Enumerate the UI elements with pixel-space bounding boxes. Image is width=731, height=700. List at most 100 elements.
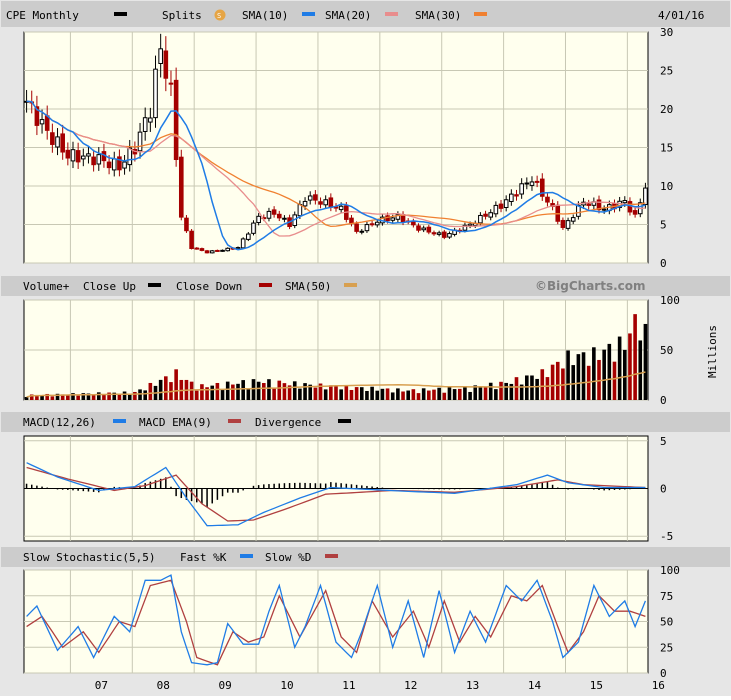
splits-icon-glyph: S bbox=[217, 12, 221, 20]
candle-body bbox=[106, 161, 112, 169]
candle-body bbox=[96, 154, 102, 165]
volume-bar bbox=[344, 385, 349, 400]
candle-body bbox=[142, 117, 148, 132]
candle-body bbox=[622, 200, 628, 204]
candle-body bbox=[426, 226, 432, 233]
candle-body bbox=[467, 223, 473, 227]
volume-bar bbox=[633, 314, 637, 400]
volume-bar bbox=[164, 376, 168, 400]
volume-bar bbox=[499, 381, 503, 400]
volume-bar bbox=[607, 343, 612, 400]
candle-body bbox=[374, 221, 380, 226]
volume-bar bbox=[390, 392, 395, 400]
volume-bar bbox=[406, 390, 411, 400]
candle-body bbox=[328, 197, 334, 208]
candle-body bbox=[199, 248, 205, 251]
volume-bar bbox=[231, 384, 235, 400]
candle-body bbox=[91, 156, 96, 166]
stoch-tick-label: 100 bbox=[660, 564, 680, 577]
candle-body bbox=[70, 149, 76, 162]
volume-bar bbox=[545, 377, 550, 400]
close-up-swatch bbox=[148, 283, 161, 287]
close-legend-swatch bbox=[114, 12, 127, 16]
candle-body bbox=[545, 196, 550, 203]
volume-bar bbox=[225, 381, 230, 400]
candle-body bbox=[184, 217, 189, 232]
candle-body bbox=[220, 249, 225, 252]
macd-ema-label: MACD EMA(9) bbox=[139, 416, 212, 429]
volume-bar bbox=[401, 391, 405, 400]
candle-body bbox=[111, 158, 117, 171]
sma30-label: SMA(30) bbox=[415, 9, 461, 22]
volume-tick-label: 50 bbox=[660, 344, 673, 357]
volume-bar bbox=[592, 347, 596, 400]
volume-bar bbox=[535, 378, 539, 400]
volume-bar bbox=[437, 387, 441, 400]
brand-label: ©BigCharts.com bbox=[535, 279, 646, 293]
volume-bar bbox=[277, 380, 282, 400]
volume-bar bbox=[396, 388, 400, 400]
volume-bar bbox=[514, 377, 519, 400]
candle-body bbox=[297, 204, 303, 217]
candle-body bbox=[122, 161, 127, 169]
stoch-tick-label: 75 bbox=[660, 590, 673, 603]
candle-body bbox=[524, 182, 530, 185]
candle-body bbox=[251, 222, 256, 234]
volume-bar bbox=[416, 393, 421, 400]
macd-swatch bbox=[113, 419, 126, 423]
candle-body bbox=[148, 117, 153, 123]
splits-label: Splits bbox=[162, 9, 202, 22]
volume-bar bbox=[370, 386, 374, 400]
close-down-swatch bbox=[259, 283, 272, 287]
candle-body bbox=[86, 153, 91, 157]
volume-bar bbox=[643, 323, 648, 400]
macd-tick-label: 0 bbox=[660, 483, 667, 496]
macd-tick-label: -5 bbox=[660, 530, 673, 543]
candle-body bbox=[189, 230, 194, 250]
candle-body bbox=[246, 233, 251, 240]
volume-bar bbox=[468, 391, 472, 400]
x-tick-label: 07 bbox=[95, 679, 108, 692]
stoch-tick-label: 0 bbox=[660, 667, 667, 680]
x-tick-label: 12 bbox=[404, 679, 417, 692]
macd-tick-label: 5 bbox=[660, 435, 667, 448]
candle-body bbox=[632, 210, 638, 215]
volume-bar bbox=[256, 381, 261, 400]
divergence-swatch bbox=[338, 419, 351, 423]
volume-bar bbox=[427, 390, 431, 400]
candle-body bbox=[436, 232, 442, 235]
sma10-label: SMA(10) bbox=[242, 9, 288, 22]
volume-bar bbox=[483, 386, 488, 400]
candle-body bbox=[153, 68, 158, 119]
candle-body bbox=[225, 247, 231, 252]
divergence-label: Divergence bbox=[255, 416, 321, 429]
candle-body bbox=[65, 149, 71, 159]
price-tick-label: 5 bbox=[660, 219, 667, 232]
candle-body bbox=[266, 210, 272, 219]
candle-body bbox=[447, 233, 452, 238]
candle-body bbox=[519, 183, 524, 195]
volume-tick-label: 0 bbox=[660, 394, 667, 407]
candle-body bbox=[271, 209, 277, 215]
volume-bar bbox=[133, 391, 137, 400]
candle-body bbox=[75, 150, 81, 163]
volume-bar bbox=[530, 375, 534, 400]
volume-bar bbox=[313, 387, 318, 400]
volume-bar bbox=[380, 388, 385, 400]
volume-bar bbox=[571, 365, 576, 400]
volume-bar bbox=[354, 387, 359, 400]
candle-body bbox=[81, 155, 86, 160]
volume-bar bbox=[200, 384, 204, 400]
volume-bar bbox=[638, 340, 643, 400]
price-tick-label: 30 bbox=[660, 26, 673, 39]
candle-body bbox=[137, 131, 143, 152]
volume-bar bbox=[432, 389, 436, 400]
volume-bar bbox=[282, 383, 287, 400]
x-tick-label: 14 bbox=[528, 679, 542, 692]
volume-bar bbox=[421, 388, 426, 400]
volume-bar bbox=[463, 386, 467, 400]
volume-bar bbox=[617, 336, 622, 400]
volume-bar bbox=[555, 361, 560, 400]
volume-bar bbox=[194, 390, 199, 400]
candle-body bbox=[276, 213, 282, 219]
